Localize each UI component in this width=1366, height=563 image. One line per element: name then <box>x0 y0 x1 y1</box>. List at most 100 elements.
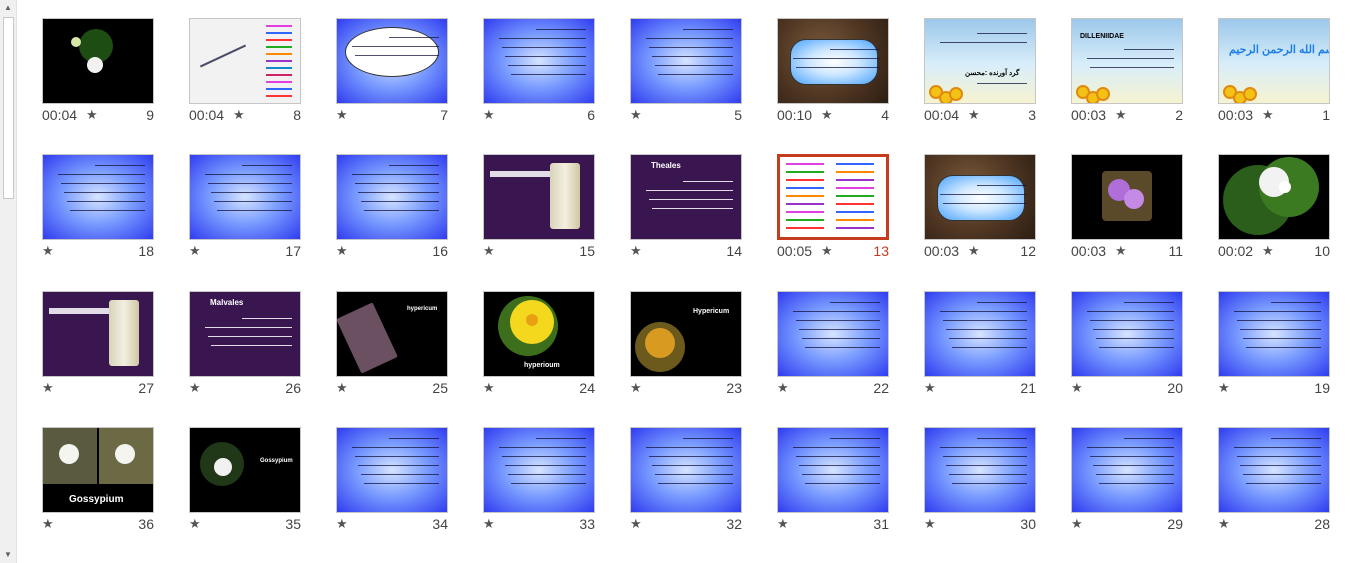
slide-thumbnail-3[interactable]: گرد آورنده :محسن 00:04 ★ 3 <box>924 18 1070 136</box>
slide-preview[interactable] <box>630 18 742 104</box>
transition-star-icon[interactable]: ★ <box>924 380 936 396</box>
slide-thumbnail-30[interactable]: ★ 30 <box>924 427 1070 545</box>
slide-thumbnail-5[interactable]: ★ 5 <box>630 18 776 136</box>
transition-star-icon[interactable]: ★ <box>336 380 348 396</box>
slide-preview[interactable] <box>42 18 154 104</box>
slide-thumbnail-36[interactable]: Gossypium ★ 36 <box>42 427 188 545</box>
slide-preview[interactable] <box>924 427 1036 513</box>
scroll-up-arrow-icon[interactable]: ▲ <box>0 0 16 16</box>
slide-preview[interactable] <box>42 154 154 240</box>
slide-preview[interactable]: بسم الله الرحمن الرحیم <box>1218 18 1330 104</box>
transition-star-icon[interactable]: ★ <box>1262 243 1274 259</box>
transition-star-icon[interactable]: ★ <box>336 243 348 259</box>
transition-star-icon[interactable]: ★ <box>1071 516 1083 532</box>
slide-thumbnail-16[interactable]: ★ 16 <box>336 154 482 272</box>
slide-thumbnail-19[interactable]: ★ 19 <box>1218 291 1364 409</box>
slide-thumbnail-11[interactable]: 00:03 ★ 11 <box>1071 154 1217 272</box>
slide-preview[interactable]: Theales <box>630 154 742 240</box>
transition-star-icon[interactable]: ★ <box>630 243 642 259</box>
transition-star-icon[interactable]: ★ <box>483 380 495 396</box>
slide-thumbnail-13[interactable]: 00:05 ★ 13 <box>777 154 923 272</box>
transition-star-icon[interactable]: ★ <box>483 516 495 532</box>
transition-star-icon[interactable]: ★ <box>630 516 642 532</box>
slide-preview[interactable] <box>1218 427 1330 513</box>
slide-preview[interactable]: hypericum <box>336 291 448 377</box>
slide-preview[interactable]: گرد آورنده :محسن <box>924 18 1036 104</box>
transition-star-icon[interactable]: ★ <box>1218 380 1230 396</box>
slide-preview[interactable] <box>42 291 154 377</box>
transition-star-icon[interactable]: ★ <box>42 516 54 532</box>
transition-star-icon[interactable]: ★ <box>86 107 98 123</box>
slide-thumbnail-34[interactable]: ★ 34 <box>336 427 482 545</box>
scrollbar-thumb[interactable] <box>3 17 14 199</box>
slide-thumbnail-18[interactable]: ★ 18 <box>42 154 188 272</box>
slide-preview[interactable] <box>777 18 889 104</box>
slide-preview[interactable]: Hypericum <box>630 291 742 377</box>
slide-thumbnail-4[interactable]: 00:10 ★ 4 <box>777 18 923 136</box>
slide-preview[interactable] <box>630 427 742 513</box>
slide-preview[interactable] <box>777 427 889 513</box>
slide-thumbnail-1[interactable]: بسم الله الرحمن الرحیم 00:03 ★ 1 <box>1218 18 1364 136</box>
transition-star-icon[interactable]: ★ <box>630 380 642 396</box>
slide-preview[interactable] <box>189 154 301 240</box>
slide-preview[interactable] <box>483 427 595 513</box>
slide-preview[interactable] <box>336 154 448 240</box>
slide-thumbnail-24[interactable]: hyperioum ★ 24 <box>483 291 629 409</box>
transition-star-icon[interactable]: ★ <box>777 516 789 532</box>
slide-thumbnail-2[interactable]: DILLENIIDAE 00:03 ★ 2 <box>1071 18 1217 136</box>
slide-preview[interactable]: hyperioum <box>483 291 595 377</box>
transition-star-icon[interactable]: ★ <box>336 516 348 532</box>
transition-star-icon[interactable]: ★ <box>189 380 201 396</box>
slide-thumbnail-31[interactable]: ★ 31 <box>777 427 923 545</box>
slide-preview[interactable] <box>1071 154 1183 240</box>
slide-thumbnail-12[interactable]: 00:03 ★ 12 <box>924 154 1070 272</box>
slide-preview[interactable]: DILLENIIDAE <box>1071 18 1183 104</box>
slide-thumbnail-8[interactable]: 00:04 ★ 8 <box>189 18 335 136</box>
slide-preview[interactable] <box>189 18 301 104</box>
slide-thumbnail-20[interactable]: ★ 20 <box>1071 291 1217 409</box>
transition-star-icon[interactable]: ★ <box>968 243 980 259</box>
transition-star-icon[interactable]: ★ <box>1218 516 1230 532</box>
slide-thumbnail-29[interactable]: ★ 29 <box>1071 427 1217 545</box>
transition-star-icon[interactable]: ★ <box>924 516 936 532</box>
transition-star-icon[interactable]: ★ <box>821 107 833 123</box>
transition-star-icon[interactable]: ★ <box>1115 243 1127 259</box>
slide-thumbnail-35[interactable]: Gossypium ★ 35 <box>189 427 335 545</box>
slide-preview[interactable] <box>1071 427 1183 513</box>
slide-preview[interactable]: Gossypium <box>189 427 301 513</box>
slide-preview[interactable] <box>1218 154 1330 240</box>
transition-star-icon[interactable]: ★ <box>483 107 495 123</box>
slide-preview[interactable] <box>336 18 448 104</box>
slide-thumbnail-27[interactable]: ★ 27 <box>42 291 188 409</box>
slide-preview[interactable]: Gossypium <box>42 427 154 513</box>
transition-star-icon[interactable]: ★ <box>336 107 348 123</box>
slide-thumbnail-15[interactable]: ★ 15 <box>483 154 629 272</box>
slide-thumbnail-22[interactable]: ★ 22 <box>777 291 923 409</box>
slide-thumbnail-14[interactable]: Theales ★ 14 <box>630 154 776 272</box>
slide-preview[interactable] <box>483 154 595 240</box>
slide-thumbnail-26[interactable]: Malvales ★ 26 <box>189 291 335 409</box>
slide-thumbnail-17[interactable]: ★ 17 <box>189 154 335 272</box>
slide-preview[interactable] <box>1218 291 1330 377</box>
transition-star-icon[interactable]: ★ <box>968 107 980 123</box>
transition-star-icon[interactable]: ★ <box>1262 107 1274 123</box>
slide-preview[interactable] <box>924 154 1036 240</box>
transition-star-icon[interactable]: ★ <box>42 243 54 259</box>
slide-preview[interactable] <box>924 291 1036 377</box>
slide-thumbnail-9[interactable]: 00:04 ★ 9 <box>42 18 188 136</box>
transition-star-icon[interactable]: ★ <box>189 243 201 259</box>
slide-thumbnail-21[interactable]: ★ 21 <box>924 291 1070 409</box>
transition-star-icon[interactable]: ★ <box>42 380 54 396</box>
transition-star-icon[interactable]: ★ <box>777 380 789 396</box>
slide-thumbnail-25[interactable]: hypericum ★ 25 <box>336 291 482 409</box>
slide-preview[interactable]: Malvales <box>189 291 301 377</box>
transition-star-icon[interactable]: ★ <box>1071 380 1083 396</box>
slide-thumbnail-10[interactable]: 00:02 ★ 10 <box>1218 154 1364 272</box>
transition-star-icon[interactable]: ★ <box>233 107 245 123</box>
transition-star-icon[interactable]: ★ <box>189 516 201 532</box>
slide-thumbnail-32[interactable]: ★ 32 <box>630 427 776 545</box>
slide-thumbnail-7[interactable]: ★ 7 <box>336 18 482 136</box>
slide-preview[interactable] <box>777 154 889 240</box>
vertical-scrollbar[interactable]: ▲ ▼ <box>0 0 17 563</box>
slide-thumbnail-33[interactable]: ★ 33 <box>483 427 629 545</box>
